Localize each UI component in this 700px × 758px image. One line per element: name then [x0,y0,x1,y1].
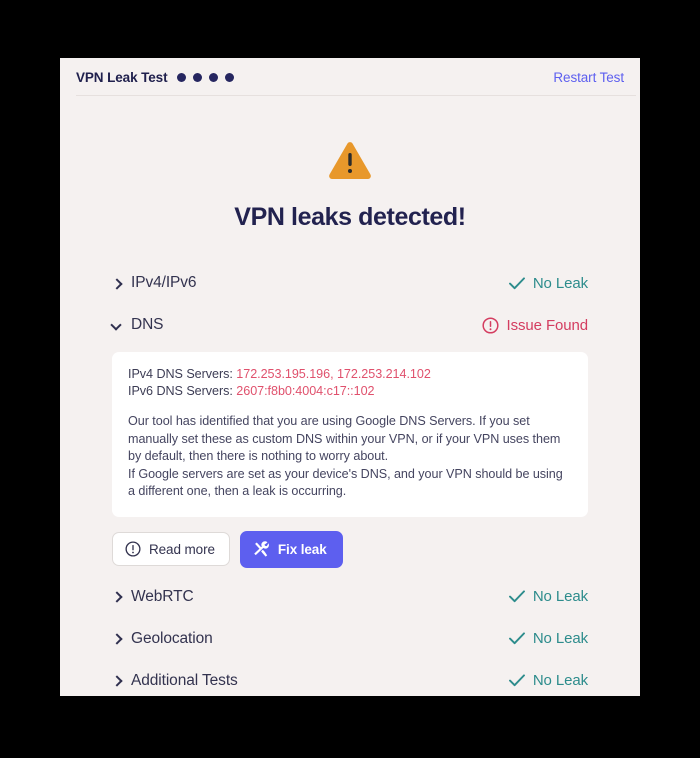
status-text-webrtc: No Leak [532,588,588,605]
vpn-leak-test-card: VPN Leak Test Restart Test VPN leaks det… [60,58,640,696]
read-more-button[interactable]: Read more [112,532,230,566]
status-text-ipv4-ipv6: No Leak [532,274,588,292]
test-label-ipv4-ipv6: IPv4/IPv6 [131,274,197,291]
dns-ipv6-value: 2607:f8b0:4004:c17::102 [236,384,375,398]
read-more-label: Read more [149,541,215,557]
test-row-additional-tests[interactable]: Additional Tests No Leak [112,660,588,702]
dns-ipv4-value: 172.253.195.196, 172.253.214.102 [236,367,431,381]
dns-explanation-paragraph-1: Our tool has identified that you are usi… [128,414,561,463]
progress-dot-1 [176,73,186,82]
progress-dot-2 [192,73,202,82]
hero-title: VPN leaks detected! [234,203,466,231]
test-label-group-webrtc: WebRTC [112,588,194,606]
chevron-right-icon [112,590,122,603]
test-label-dns: DNS [131,316,164,333]
tools-icon [254,540,269,557]
progress-dot-4 [224,73,234,82]
status-text-additional-tests: No Leak [532,672,588,689]
check-icon [508,590,525,603]
test-row-webrtc[interactable]: WebRTC No Leak [112,576,588,618]
chevron-right-icon [112,632,122,645]
card-header: VPN Leak Test Restart Test [60,58,640,96]
progress-dots [176,72,234,82]
chevron-right-icon [112,674,122,687]
test-label-webrtc: WebRTC [131,587,194,605]
screenshot-root: VPN Leak Test Restart Test VPN leaks det… [0,0,700,758]
warning-triangle-icon [329,142,371,180]
test-row-dns[interactable]: DNS Issue Found [112,304,588,346]
header-divider [76,95,636,96]
fix-leak-label: Fix leak [277,541,327,557]
check-icon [508,632,525,645]
check-icon [508,674,525,687]
test-label-additional-tests: Additional Tests [131,671,238,689]
test-results-list: IPv4/IPv6 No Leak DNS Issue Found IPv4 D… [60,262,640,702]
chevron-down-icon [112,319,122,332]
test-label-group-geolocation: Geolocation [112,630,213,648]
test-label-group-ipv4-ipv6: IPv4/IPv6 [112,274,197,292]
test-row-ipv4-ipv6[interactable]: IPv4/IPv6 No Leak [112,262,588,304]
restart-test-button[interactable]: Restart Test [553,70,624,85]
progress-dot-3 [208,73,218,82]
test-row-geolocation[interactable]: Geolocation No Leak [112,618,588,660]
status-badge-additional-tests: No Leak [508,672,588,689]
dns-action-buttons: Read more Fix leak [112,530,588,568]
dns-ipv4-label: IPv4 DNS Servers: [128,367,233,381]
exclamation-circle-icon [481,316,499,334]
status-text-geolocation: No Leak [532,630,588,647]
chevron-right-icon [112,277,122,290]
dns-ipv4-line: IPv4 DNS Servers: 172.253.195.196, 172.2… [128,366,572,383]
dns-ipv6-label: IPv6 DNS Servers: [128,384,233,398]
hero-section: VPN leaks detected! [60,96,640,232]
status-badge-webrtc: No Leak [508,588,588,605]
dns-explanation-paragraph-2: If Google servers are set as your device… [128,466,563,499]
status-badge-geolocation: No Leak [508,630,588,647]
dns-ipv6-line: IPv6 DNS Servers: 2607:f8b0:4004:c17::10… [128,383,572,400]
status-badge-ipv4-ipv6: No Leak [508,274,588,292]
header-left-group: VPN Leak Test [76,70,234,85]
test-label-group-additional-tests: Additional Tests [112,672,238,690]
check-icon [508,276,525,289]
status-badge-dns: Issue Found [481,316,589,334]
test-label-group-dns: DNS [112,316,164,334]
exclamation-circle-icon [125,541,141,557]
page-title: VPN Leak Test [76,69,168,85]
test-label-geolocation: Geolocation [131,629,213,647]
status-text-dns: Issue Found [506,316,589,334]
fix-leak-button[interactable]: Fix leak [239,530,343,568]
dns-detail-panel: IPv4 DNS Servers: 172.253.195.196, 172.2… [112,352,588,517]
